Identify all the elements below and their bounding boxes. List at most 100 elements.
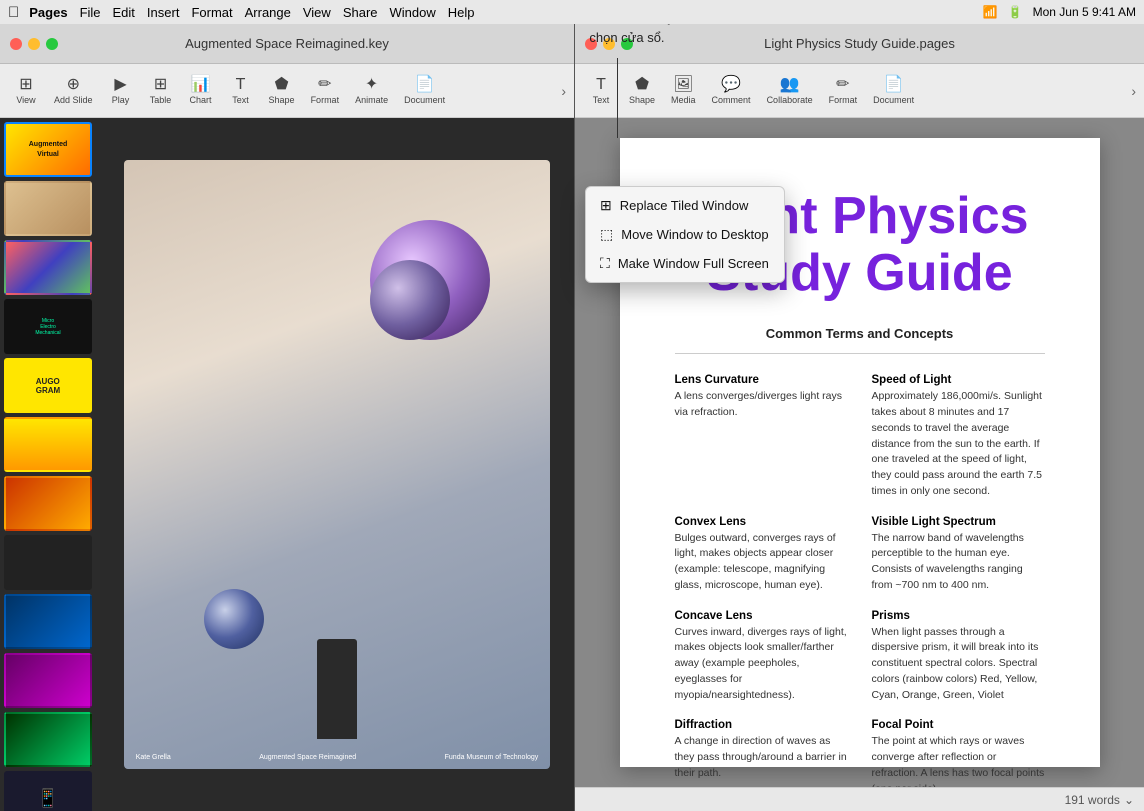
slide-canvas: Kate Grella Augmented Space Reimagined F…	[100, 118, 574, 811]
pages-comment-button[interactable]: 💬 Comment	[706, 74, 757, 108]
word-count-chevron[interactable]: ⌄	[1124, 793, 1134, 807]
pages-title: Light Physics Study Guide.pages	[764, 36, 955, 51]
slide-background: Kate Grella Augmented Space Reimagined F…	[124, 160, 551, 770]
pages-format-icon: ✏	[836, 77, 849, 93]
slide-main: 100 200 300 400 500 60 Kate Grella	[100, 118, 574, 811]
term-concave-lens: Concave Lens	[675, 610, 848, 622]
pages-text-button[interactable]: T Text	[583, 74, 619, 108]
slide-thumb-1[interactable]: AugmentedVirtual	[4, 122, 96, 177]
menu-view[interactable]: View	[303, 5, 331, 20]
slide-thumb-12[interactable]: 📱	[4, 771, 96, 811]
app-name[interactable]: Pages	[29, 5, 67, 20]
pages-zoom-button[interactable]	[621, 38, 633, 50]
window-options-dropdown[interactable]: ⊞ Replace Tiled Window ⬚ Move Window to …	[585, 186, 785, 283]
keynote-titlebar: Augmented Space Reimagined.key	[0, 24, 574, 64]
replace-tiled-window-item[interactable]: ⊞ Replace Tiled Window	[586, 191, 784, 220]
keynote-title: Augmented Space Reimagined.key	[185, 36, 389, 51]
def-visible-light-spectrum: The narrow band of wavelengths perceptib…	[872, 531, 1045, 594]
slide-area: AugmentedVirtual MicroElectroMechanical	[0, 118, 574, 811]
menu-window[interactable]: Window	[390, 5, 436, 20]
pages-toolbar-expand[interactable]: ›	[1131, 83, 1136, 99]
pages-window: Light Physics Study Guide.pages T Text ⬟…	[575, 24, 1144, 811]
slide-caption: Kate Grella Augmented Space Reimagined F…	[124, 754, 551, 761]
table-button[interactable]: ⊞ Table	[143, 74, 179, 108]
term-lens-curvature: Lens Curvature	[675, 374, 848, 386]
menu-format[interactable]: Format	[191, 5, 232, 20]
pages-traffic-lights[interactable]	[585, 38, 633, 50]
pages-close-button[interactable]	[585, 38, 597, 50]
word-count: 191 words	[1065, 793, 1120, 807]
slide-thumb-11[interactable]	[4, 712, 96, 767]
shape-button[interactable]: ⬟ Shape	[263, 74, 301, 108]
slide-thumb-4[interactable]: MicroElectroMechanical	[4, 299, 96, 354]
menubar:  Pages File Edit Insert Format Arrange …	[0, 0, 1144, 24]
move-window-to-desktop-item[interactable]: ⬚ Move Window to Desktop	[586, 220, 784, 249]
menu-arrange[interactable]: Arrange	[245, 5, 291, 20]
pages-collaborate-button[interactable]: 👥 Collaborate	[761, 74, 819, 108]
zoom-button[interactable]	[46, 38, 58, 50]
play-icon: ▶	[114, 77, 126, 93]
datetime: Mon Jun 5 9:41 AM	[1033, 5, 1136, 19]
pages-document-button[interactable]: 📄 Document	[867, 74, 920, 108]
table-icon: ⊞	[154, 77, 167, 93]
battery-icon: 🔋	[1008, 5, 1023, 19]
term-focal-point: Focal Point	[872, 719, 1045, 731]
animate-icon: ✦	[365, 77, 378, 93]
traffic-lights[interactable]	[10, 38, 58, 50]
pages-shape-icon: ⬟	[635, 77, 649, 93]
slide-thumb-8[interactable]	[4, 535, 96, 590]
pages-shape-button[interactable]: ⬟ Shape	[623, 74, 661, 108]
sphere-2	[370, 260, 450, 340]
pages-format-button[interactable]: ✏ Format	[823, 74, 864, 108]
play-button[interactable]: ▶ Play	[103, 74, 139, 108]
pages-text-icon: T	[596, 77, 606, 93]
chart-icon: 📊	[191, 77, 211, 93]
keynote-window: Augmented Space Reimagined.key ⊞ View ⊕ …	[0, 24, 575, 811]
toolbar-expand[interactable]: ›	[561, 83, 566, 99]
term-speed-of-light: Speed of Light	[872, 374, 1045, 386]
minimize-button[interactable]	[28, 38, 40, 50]
pages-statusbar: 191 words ⌄	[575, 787, 1144, 811]
slide-thumbnails[interactable]: AugmentedVirtual MicroElectroMechanical	[0, 118, 100, 811]
menu-share[interactable]: Share	[343, 5, 378, 20]
person-silhouette	[317, 639, 357, 739]
make-fullscreen-item[interactable]: ⛶ Make Window Full Screen	[586, 249, 784, 278]
def-speed-of-light: Approximately 186,000mi/s. Sunlight take…	[872, 389, 1045, 499]
add-slide-button[interactable]: ⊕ Add Slide	[48, 74, 99, 108]
slide-thumb-5[interactable]: AUGOGRAM	[4, 358, 96, 413]
view-button[interactable]: ⊞ View	[8, 74, 44, 108]
chart-button[interactable]: 📊 Chart	[183, 74, 219, 108]
pages-collaborate-icon: 👥	[780, 77, 800, 93]
term-prisms: Prisms	[872, 610, 1045, 622]
pages-minimize-button[interactable]	[603, 38, 615, 50]
move-window-icon: ⬚	[600, 226, 613, 243]
menu-help[interactable]: Help	[448, 5, 475, 20]
format-button[interactable]: ✏ Format	[305, 74, 346, 108]
slide-thumb-9[interactable]	[4, 594, 96, 649]
slide-thumb-10[interactable]	[4, 653, 96, 708]
entry-visible-light-spectrum: Visible Light Spectrum The narrow band o…	[872, 516, 1045, 594]
replace-tiled-icon: ⊞	[600, 197, 612, 214]
doc-terms-grid: Lens Curvature A lens converges/diverges…	[675, 374, 1045, 787]
menu-file[interactable]: File	[80, 5, 101, 20]
close-button[interactable]	[10, 38, 22, 50]
entry-prisms: Prisms When light passes through a dispe…	[872, 610, 1045, 704]
menu-edit[interactable]: Edit	[113, 5, 135, 20]
entry-convex-lens: Convex Lens Bulges outward, converges ra…	[675, 516, 848, 594]
document-button[interactable]: 📄 Document	[398, 74, 451, 108]
text-button[interactable]: T Text	[223, 74, 259, 108]
apple-menu[interactable]: 	[8, 4, 19, 21]
menubar-right: 📶 🔋 Mon Jun 5 9:41 AM	[983, 5, 1136, 19]
pages-media-button[interactable]: 🖼 Media	[665, 74, 702, 108]
slide-thumb-6[interactable]	[4, 417, 96, 472]
slide-thumb-7[interactable]	[4, 476, 96, 531]
animate-button[interactable]: ✦ Animate	[349, 74, 394, 108]
slide-thumb-3[interactable]	[4, 240, 96, 295]
caption-center: Augmented Space Reimagined	[259, 754, 356, 761]
text-icon: T	[236, 77, 246, 93]
slide-thumb-2[interactable]	[4, 181, 96, 236]
add-slide-icon: ⊕	[67, 77, 80, 93]
doc-divider	[675, 353, 1045, 354]
menu-insert[interactable]: Insert	[147, 5, 180, 20]
def-concave-lens: Curves inward, diverges rays of light, m…	[675, 625, 848, 704]
